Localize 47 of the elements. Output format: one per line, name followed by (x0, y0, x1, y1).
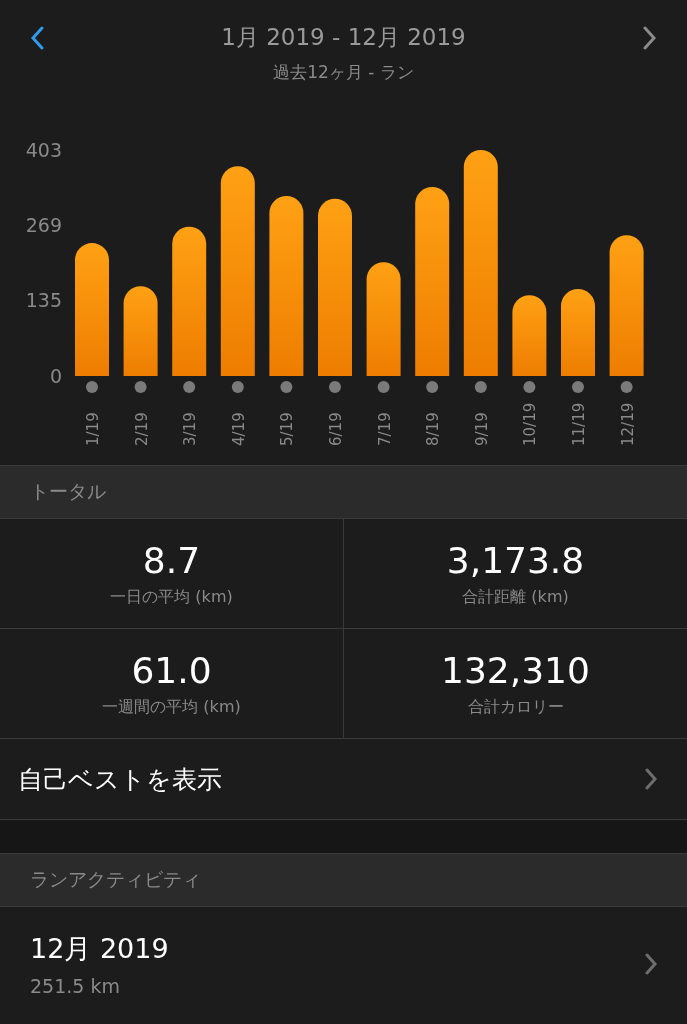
x-axis-label: 3/19 (181, 412, 200, 446)
section-title: トータル (30, 479, 106, 504)
point-marker (474, 381, 487, 393)
y-axis-label: 135 (25, 289, 62, 312)
point-marker (134, 381, 147, 393)
stat-label: 一週間の平均 (km) (102, 696, 241, 718)
chevron-right-icon (645, 953, 657, 975)
x-axis-label: 5/19 (278, 412, 297, 446)
point-marker (231, 381, 244, 393)
x-axis-label: 2/19 (132, 412, 151, 446)
point-marker (572, 381, 584, 393)
y-axis-label: 403 (25, 139, 62, 161)
date-range-title: 1月 2019 - 12月 2019 (221, 23, 466, 52)
period-subtitle: 過去12ヶ月 - ラン (273, 61, 414, 84)
stat-value: 3,173.8 (446, 539, 585, 581)
x-axis-label: 9/19 (472, 412, 491, 446)
back-chevron-icon[interactable] (30, 26, 44, 50)
x-axis-label: 10/19 (521, 402, 540, 446)
x-axis-label: 4/19 (229, 412, 248, 446)
point-marker (426, 381, 439, 393)
point-marker (329, 381, 341, 393)
forward-chevron-icon[interactable] (643, 26, 657, 50)
x-axis-label: 8/19 (424, 412, 443, 446)
activity-distance: 251.5 km (30, 975, 121, 997)
point-marker (523, 381, 536, 393)
x-axis-label: 11/19 (570, 402, 588, 446)
stat-label: 一日の平均 (km) (110, 586, 233, 608)
activity-month: 12月 2019 (30, 932, 169, 966)
stat-label: 合計距離 (km) (462, 586, 569, 608)
x-axis-label: 6/19 (327, 412, 345, 446)
point-marker (620, 381, 633, 393)
y-axis-label: 269 (25, 214, 62, 237)
y-axis-label: 0 (49, 365, 62, 387)
personal-best-label: 自己ベストを表示 (18, 763, 222, 796)
x-axis-label: 12/19 (618, 402, 637, 446)
point-marker (183, 381, 196, 393)
stat-value: 132,310 (441, 649, 590, 691)
point-marker (377, 381, 390, 393)
x-axis-label: 1/19 (84, 412, 102, 446)
point-marker (280, 381, 293, 393)
section-title: ランアクティビティ (30, 867, 201, 892)
point-marker (86, 381, 98, 393)
x-axis-label: 7/19 (375, 412, 394, 446)
stat-value: 8.7 (142, 539, 201, 581)
stat-label: 合計カロリー (467, 696, 564, 718)
stat-value: 61.0 (131, 649, 212, 691)
chevron-right-icon (645, 768, 657, 790)
